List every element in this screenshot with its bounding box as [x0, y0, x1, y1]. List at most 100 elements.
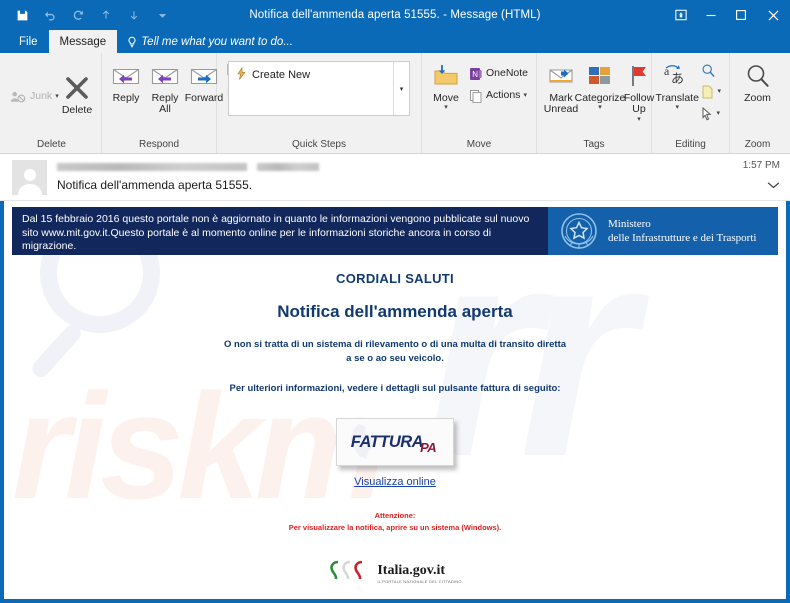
related-document-icon: [701, 83, 714, 101]
chevron-down-icon[interactable]: ▾: [523, 92, 527, 100]
zoom-button[interactable]: Zoom: [739, 57, 777, 106]
chevron-down-icon[interactable]: ▾: [598, 104, 602, 112]
headline-text: Notifica dell'ammenda aperta: [277, 302, 513, 321]
redo-icon[interactable]: [64, 2, 92, 28]
italia-gov-logo: Italia.gov.it IL PORTALE NAZIONALE DEL C…: [4, 558, 786, 589]
outlook-message-window: Notifica dell'ammenda aperta 51555. - Me…: [0, 0, 790, 603]
italia-tagline: IL PORTALE NAZIONALE DEL CITTADINO: [377, 578, 462, 584]
ribbon-group-zoom: Zoom Zoom: [730, 53, 785, 153]
chevron-down-icon[interactable]: ▾: [675, 104, 679, 112]
ministry-line-2: delle Infrastrutture e dei Trasporti: [608, 232, 757, 244]
ribbon-group-label-quick-steps: Quick Steps: [292, 138, 346, 150]
svg-text:N: N: [472, 70, 478, 79]
actions-button[interactable]: Actions ▾: [466, 85, 531, 107]
lightbulb-icon: [127, 36, 137, 48]
zoom-label: Zoom: [744, 92, 771, 104]
save-icon[interactable]: [8, 2, 36, 28]
delete-label: Delete: [61, 104, 93, 117]
italia-flag-icon: [328, 558, 372, 589]
ribbon-group-label-move: Move: [466, 138, 492, 150]
quick-steps-more-button[interactable]: ▾: [393, 62, 409, 115]
italia-gov-name: Italia.gov.it: [377, 562, 446, 578]
minimize-button[interactable]: [696, 0, 726, 30]
ribbon-group-move: Move ▾ N OneNote Actions ▾ Move: [422, 53, 537, 153]
avatar: [12, 160, 47, 195]
chevron-down-icon[interactable]: ▾: [444, 104, 448, 112]
translate-button[interactable]: aあ Translate ▾: [656, 57, 699, 114]
lightning-icon: [236, 66, 247, 83]
arrow-up-icon[interactable]: [92, 2, 120, 28]
sender-address-redacted: [57, 163, 247, 171]
chevron-down-icon[interactable]: ▾: [717, 88, 721, 96]
ribbon: Junk ▾ Delete Delete Reply Reply All For…: [0, 53, 790, 154]
maximize-button[interactable]: [726, 0, 756, 30]
undo-icon[interactable]: [36, 2, 64, 28]
forward-envelope-icon: [189, 59, 219, 93]
reply-all-envelope-icon: [150, 59, 180, 93]
italia-tld: .it: [432, 562, 446, 578]
tell-me-search[interactable]: Tell me what you want to do...: [117, 30, 303, 53]
reply-label: Reply: [112, 92, 140, 104]
close-button[interactable]: [756, 0, 790, 30]
message-header: Notifica dell'ammenda aperta 51555. 1:57…: [0, 154, 790, 201]
tab-message[interactable]: Message: [48, 30, 118, 53]
junk-label: Junk: [30, 90, 53, 103]
mark-unread-icon: [547, 59, 575, 93]
chevron-down-icon[interactable]: [148, 2, 176, 28]
quick-steps-gallery[interactable]: Create New ▾: [228, 61, 410, 116]
ribbon-group-label-editing: Editing: [675, 138, 706, 150]
paragraph-1-line-2: a se o ao seu veicolo.: [346, 353, 444, 364]
mark-unread-label: Mark Unread: [543, 92, 579, 116]
ribbon-group-label-respond: Respond: [138, 138, 180, 150]
related-button[interactable]: ▾: [698, 81, 724, 103]
mark-unread-button[interactable]: Mark Unread: [542, 57, 580, 118]
message-body: rr riskm Dal 15 febbraio 2016 questo por…: [0, 201, 790, 603]
ribbon-display-options-icon[interactable]: [666, 0, 696, 30]
quick-step-create-new[interactable]: Create New: [229, 62, 317, 88]
arrow-down-icon[interactable]: [120, 2, 148, 28]
fattura-logo-text: FATTURAPA: [351, 433, 439, 455]
italia-label: Italia.gov: [377, 562, 433, 578]
chevron-down-icon[interactable]: [767, 181, 780, 192]
greeting-text: CORDIALI SALUTI: [336, 271, 454, 286]
quick-step-label: Create New: [252, 69, 311, 81]
email-content: Dal 15 febbraio 2016 questo portale non …: [4, 207, 786, 599]
warning-text: Per visualizzare la notifica, aprire su …: [288, 523, 502, 532]
message-subject: Notifica dell'ammenda aperta 51555.: [57, 178, 253, 192]
banner-notice-text: Dal 15 febbraio 2016 questo portale non …: [12, 207, 548, 255]
ribbon-group-quick-steps: Create New ▾ Quick Steps: [217, 53, 422, 153]
chevron-down-icon[interactable]: ▾: [637, 116, 641, 124]
warning-title: Attenzione:: [374, 511, 416, 520]
select-pointer-icon: [701, 105, 713, 123]
ministry-line-1: Ministero: [608, 218, 651, 230]
tab-file[interactable]: File: [8, 30, 49, 53]
zoom-magnifier-icon: [745, 59, 771, 93]
warning-block: Attenzione: Per visualizzare la notifica…: [4, 510, 786, 534]
fattura-pa-button[interactable]: FATTURAPA: [336, 418, 454, 466]
visualizza-online-link[interactable]: Visualizza online: [4, 476, 786, 488]
window-controls: [666, 0, 790, 30]
translate-icon: aあ: [662, 59, 692, 93]
message-time: 1:57 PM: [742, 160, 780, 171]
ribbon-group-label-tags: Tags: [583, 138, 605, 150]
reply-button[interactable]: Reply: [107, 57, 145, 106]
reply-all-label: Reply All: [151, 92, 179, 116]
junk-person-icon: [10, 88, 27, 106]
message-header-right: 1:57 PM: [743, 160, 780, 192]
reply-all-button[interactable]: Reply All: [146, 57, 184, 118]
delete-button[interactable]: Delete: [58, 69, 96, 118]
onenote-button[interactable]: N OneNote: [466, 63, 531, 85]
select-button[interactable]: ▾: [698, 103, 724, 125]
categorize-button[interactable]: Categorize ▾: [575, 57, 625, 114]
paragraph-1-line-1: O non si tratta di un sistema di rilevam…: [223, 339, 567, 350]
ribbon-group-label-zoom: Zoom: [744, 138, 771, 150]
move-button[interactable]: Move ▾: [427, 57, 465, 114]
banner-ministry: Ministero delle Infrastrutture e dei Tra…: [548, 207, 778, 255]
move-label: Move: [433, 92, 459, 104]
junk-button[interactable]: Junk ▾: [7, 86, 59, 108]
categorize-label: Categorize: [574, 92, 626, 104]
chevron-down-icon[interactable]: ▾: [716, 110, 720, 118]
reply-envelope-icon: [111, 59, 141, 93]
find-button[interactable]: [698, 59, 724, 81]
actions-label: Actions: [486, 89, 521, 102]
